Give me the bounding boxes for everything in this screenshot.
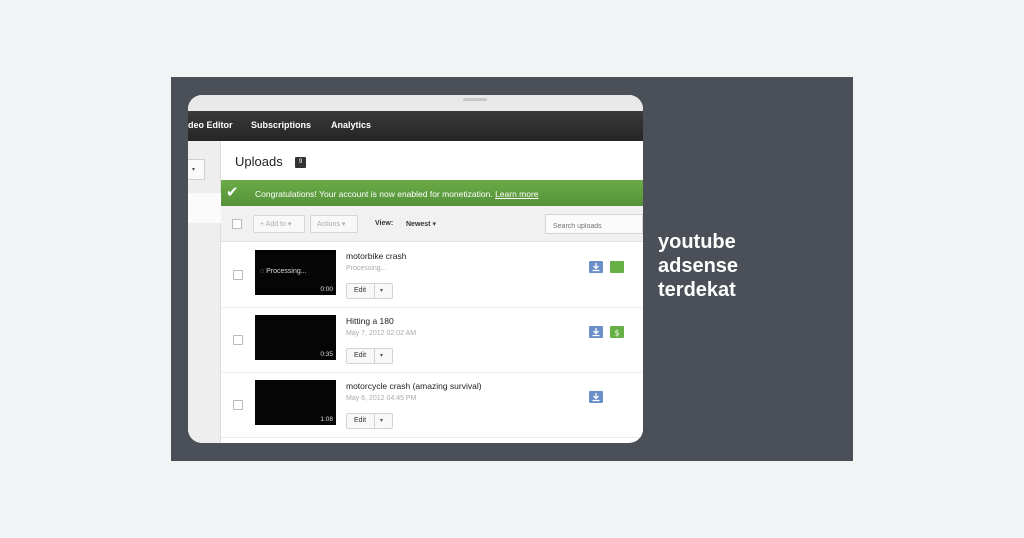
- row-checkbox[interactable]: [233, 335, 243, 345]
- nav-item-video-editor[interactable]: deo Editor: [188, 120, 233, 130]
- monetization-icon[interactable]: [610, 261, 624, 273]
- edit-button[interactable]: Edit ▾: [346, 413, 393, 429]
- row-checkbox[interactable]: [233, 270, 243, 280]
- video-title[interactable]: Hitting a 180: [346, 316, 394, 326]
- chevron-down-icon: ▾: [287, 221, 292, 228]
- svg-text:$: $: [614, 329, 619, 338]
- nav-item-analytics[interactable]: Analytics: [331, 120, 371, 130]
- left-sidebar: ▾: [188, 141, 221, 443]
- processing-indicator: ◌ Processing...: [260, 268, 307, 275]
- edit-label: Edit: [354, 352, 367, 359]
- video-duration: 0:00: [320, 286, 333, 293]
- video-title[interactable]: motorcycle crash (amazing survival): [346, 381, 482, 391]
- banner-message: Congratulations! Your account is now ena…: [255, 189, 539, 199]
- edit-label: Edit: [354, 287, 367, 294]
- video-date: May 6, 2012 04:45 PM: [346, 395, 417, 402]
- edit-label: Edit: [354, 417, 367, 424]
- video-thumbnail[interactable]: 0:35: [255, 315, 336, 360]
- video-duration: 0:35: [320, 351, 333, 358]
- video-date: May 7, 2012 02:02 AM: [346, 330, 417, 337]
- uploads-toolbar: + Add to ▾ Actions ▾ View: Newest ▾: [221, 206, 643, 242]
- view-label: View:: [375, 220, 394, 227]
- table-row: 1:08 motorcycle crash (amazing survival)…: [221, 373, 643, 438]
- banner-text: Congratulations! Your account is now ena…: [255, 189, 493, 199]
- button-divider: [374, 414, 375, 428]
- sidebar-dropdown-tab[interactable]: ▾: [188, 159, 205, 180]
- page-title: Uploads: [235, 154, 283, 169]
- view-sort-value: Newest: [406, 221, 431, 228]
- add-to-label: Add to: [265, 221, 286, 228]
- row-checkbox[interactable]: [233, 400, 243, 410]
- button-divider: [374, 349, 375, 363]
- select-all-checkbox[interactable]: [232, 219, 242, 229]
- button-divider: [374, 284, 375, 298]
- actions-label: Actions: [317, 221, 340, 228]
- add-to-button[interactable]: + Add to ▾: [253, 215, 305, 233]
- checkmark-icon: ✔: [226, 184, 239, 201]
- edit-button[interactable]: Edit ▾: [346, 348, 393, 364]
- chevron-down-icon[interactable]: ▾: [380, 287, 383, 294]
- video-status: Processing...: [346, 265, 387, 272]
- sidebar-selected-item[interactable]: [188, 193, 221, 223]
- caption-line: terdekat: [658, 279, 736, 301]
- download-icon[interactable]: [589, 326, 603, 338]
- video-duration: 1:08: [320, 416, 333, 423]
- video-thumbnail[interactable]: ◌ Processing... 0:00: [255, 250, 336, 295]
- download-icon[interactable]: [589, 391, 603, 403]
- caption-line: adsense: [658, 255, 739, 277]
- processing-text: Processing...: [266, 268, 307, 275]
- monetization-banner: ✔ Congratulations! Your account is now e…: [221, 180, 643, 206]
- top-navbar: deo Editor Subscriptions Analytics: [188, 111, 643, 141]
- table-row: ◌ Processing... 0:00 motorbike crash Pro…: [221, 243, 643, 308]
- caption-text: youtube adsense terdekat: [658, 230, 778, 302]
- caption-line: youtube: [658, 231, 736, 253]
- actions-button[interactable]: Actions ▾: [310, 215, 358, 233]
- window-grip: [463, 98, 487, 101]
- plus-icon: +: [260, 221, 265, 228]
- chevron-down-icon[interactable]: ▾: [380, 417, 383, 424]
- nav-item-subscriptions[interactable]: Subscriptions: [251, 120, 311, 130]
- browser-top-strip: [188, 95, 643, 111]
- upload-count-badge: 9: [295, 157, 306, 168]
- youtube-screenshot: deo Editor Subscriptions Analytics ▾ Upl…: [188, 95, 643, 443]
- chevron-down-icon: ▾: [341, 221, 346, 228]
- edit-button[interactable]: Edit ▾: [346, 283, 393, 299]
- chevron-down-icon: ▾: [432, 221, 436, 228]
- chevron-down-icon: ▾: [192, 167, 196, 173]
- table-row: 0:35 Hitting a 180 May 7, 2012 02:02 AM …: [221, 308, 643, 373]
- learn-more-link[interactable]: Learn more: [495, 189, 538, 199]
- video-title[interactable]: motorbike crash: [346, 251, 406, 261]
- spinner-icon: ◌: [260, 268, 265, 275]
- monetization-dollar-icon[interactable]: $: [610, 326, 624, 338]
- download-icon[interactable]: [589, 261, 603, 273]
- chevron-down-icon[interactable]: ▾: [380, 352, 383, 359]
- view-sort-select[interactable]: Newest ▾: [406, 220, 436, 228]
- search-uploads-input[interactable]: [545, 214, 643, 234]
- video-thumbnail[interactable]: 1:08: [255, 380, 336, 425]
